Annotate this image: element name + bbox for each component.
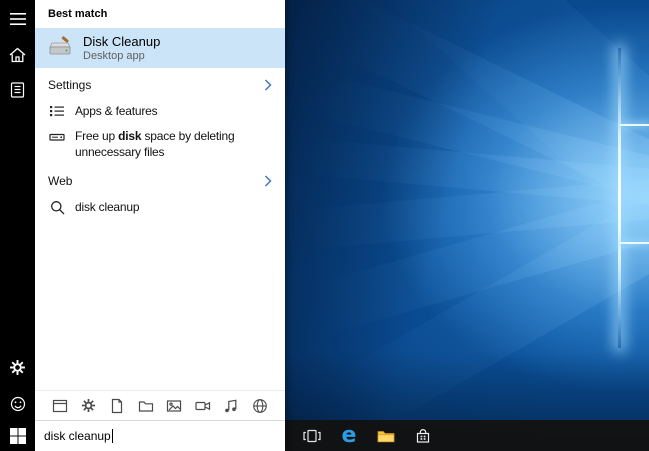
- disk-cleanup-icon: [47, 35, 73, 61]
- edge-icon: e: [342, 425, 357, 447]
- start-button[interactable]: [0, 420, 35, 451]
- icon-cell: [49, 200, 65, 215]
- apps-icon: [52, 398, 68, 414]
- settings-result-apps-features[interactable]: Apps & features: [35, 98, 285, 124]
- settings-result-free-up-disk-space[interactable]: Free up disk space by deleting unnecessa…: [35, 124, 285, 164]
- filter-bar: [35, 390, 285, 420]
- rail-settings-button[interactable]: [0, 350, 35, 385]
- section-label: Web: [48, 174, 264, 188]
- hamburger-icon: [10, 12, 26, 26]
- edge-button[interactable]: e: [332, 420, 366, 451]
- notebook-icon: [10, 82, 25, 98]
- store-button[interactable]: [406, 420, 440, 451]
- video-camera-icon: [195, 398, 211, 414]
- desktop-wallpaper[interactable]: [285, 0, 649, 451]
- web-result-disk-cleanup[interactable]: disk cleanup: [35, 194, 285, 220]
- filter-web-button[interactable]: [249, 394, 271, 418]
- search-rail: [0, 0, 35, 420]
- filter-documents-button[interactable]: [106, 394, 128, 418]
- gear-icon: [81, 398, 96, 413]
- filter-videos-button[interactable]: [192, 394, 214, 418]
- storage-drive-icon: [49, 129, 65, 145]
- gear-icon: [9, 359, 26, 376]
- home-icon: [9, 47, 26, 63]
- feedback-icon: [10, 396, 26, 412]
- search-query-text: disk cleanup: [44, 429, 111, 443]
- search-icon: [50, 200, 65, 215]
- chevron-right-icon: [264, 175, 272, 187]
- panel-spacer: [35, 220, 285, 390]
- best-match-text: Disk Cleanup Desktop app: [83, 34, 160, 63]
- task-view-icon: [303, 429, 321, 443]
- result-label: Apps & features: [75, 103, 157, 119]
- filter-photos-button[interactable]: [163, 394, 185, 418]
- icon-cell: [49, 103, 65, 119]
- text-caret: [112, 429, 113, 443]
- photo-icon: [166, 398, 182, 414]
- result-title: Disk Cleanup: [83, 34, 160, 50]
- rail-home-button[interactable]: [0, 37, 35, 72]
- file-explorer-button[interactable]: [369, 420, 403, 451]
- chevron-right-icon: [264, 79, 272, 91]
- filter-apps-button[interactable]: [49, 394, 71, 418]
- music-note-icon: [223, 398, 239, 414]
- filter-folders-button[interactable]: [135, 394, 157, 418]
- best-match-result-disk-cleanup[interactable]: Disk Cleanup Desktop app: [35, 28, 285, 68]
- task-view-button[interactable]: [295, 420, 329, 451]
- store-icon: [415, 428, 431, 444]
- taskbar: e: [285, 420, 649, 451]
- best-match-header: Best match: [35, 0, 285, 28]
- rail-feedback-button[interactable]: [0, 386, 35, 421]
- globe-icon: [252, 398, 268, 414]
- windows-icon: [10, 428, 26, 444]
- file-explorer-icon: [377, 428, 395, 443]
- section-header-web[interactable]: Web: [35, 168, 285, 194]
- search-input[interactable]: disk cleanup: [35, 420, 285, 451]
- filter-music-button[interactable]: [220, 394, 242, 418]
- wallpaper-shading: [285, 0, 649, 451]
- icon-cell: [49, 129, 65, 145]
- rail-menu-button[interactable]: [0, 1, 35, 36]
- filter-settings-button[interactable]: [78, 394, 100, 418]
- folder-icon: [138, 398, 154, 414]
- result-subtitle: Desktop app: [83, 50, 160, 63]
- result-label: Free up disk space by deleting unnecessa…: [75, 128, 275, 160]
- result-label: disk cleanup: [75, 199, 139, 215]
- screen: e: [0, 0, 649, 451]
- list-icon: [49, 103, 65, 119]
- document-icon: [109, 398, 125, 414]
- rail-notebook-button[interactable]: [0, 72, 35, 107]
- search-results-panel: Best match Disk Cleanup Desktop app Sett…: [35, 0, 285, 451]
- section-header-settings[interactable]: Settings: [35, 72, 285, 98]
- section-label: Settings: [48, 78, 264, 92]
